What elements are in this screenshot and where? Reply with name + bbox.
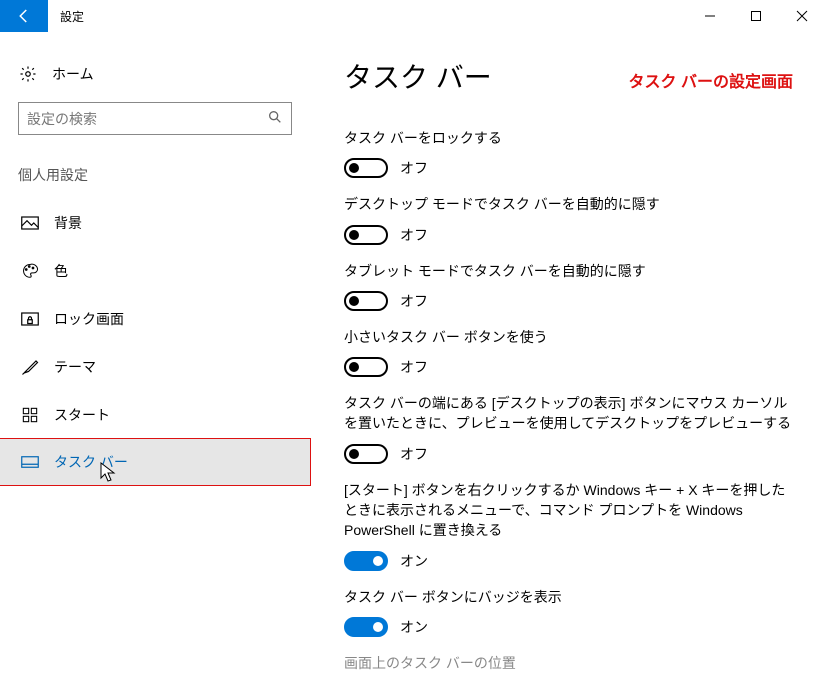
toggle-state-label: オフ	[400, 444, 428, 464]
sidebar-item-label: ロック画面	[40, 309, 124, 329]
sidebar-home-label: ホーム	[38, 64, 94, 84]
setting-show-badges: タスク バー ボタンにバッジを表示 オン	[344, 587, 793, 637]
gear-icon	[18, 65, 38, 83]
setting-autohide-tablet: タブレット モードでタスク バーを自動的に隠す オフ	[344, 261, 793, 311]
lockscreen-icon	[20, 312, 40, 326]
toggle-state-label: オン	[400, 617, 428, 637]
toggle-state-label: オフ	[400, 158, 428, 178]
setting-label-cutoff: 画面上のタスク バーの位置	[344, 653, 793, 673]
toggle-switch[interactable]	[344, 617, 388, 637]
sidebar-item-colors[interactable]: 色	[0, 247, 310, 295]
annotation-text: タスク バーの設定画面	[629, 68, 793, 92]
toggle-state-label: オフ	[400, 357, 428, 377]
toggle-switch[interactable]	[344, 551, 388, 571]
search-icon	[267, 109, 283, 128]
minimize-button[interactable]	[687, 0, 733, 32]
sidebar-item-label: 色	[40, 261, 68, 281]
toggle-state-label: オン	[400, 551, 428, 571]
palette-icon	[20, 262, 40, 280]
setting-lock-taskbar: タスク バーをロックする オフ	[344, 128, 793, 178]
sidebar-item-themes[interactable]: テーマ	[0, 343, 310, 391]
search-input[interactable]	[27, 111, 267, 127]
setting-label: [スタート] ボタンを右クリックするか Windows キー + X キーを押し…	[344, 480, 793, 541]
sidebar-item-lockscreen[interactable]: ロック画面	[0, 295, 310, 343]
toggle-state-label: オフ	[400, 225, 428, 245]
sidebar-item-label: タスク バー	[40, 452, 128, 472]
content-pane: タスク バー タスク バーの設定画面 タスク バーをロックする オフ デスクトッ…	[310, 32, 825, 685]
toggle-switch[interactable]	[344, 225, 388, 245]
sidebar-item-label: テーマ	[40, 357, 96, 377]
setting-autohide-desktop: デスクトップ モードでタスク バーを自動的に隠す オフ	[344, 194, 793, 244]
sidebar-home[interactable]: ホーム	[0, 56, 310, 102]
setting-label: タスク バーをロックする	[344, 128, 793, 148]
toggle-switch[interactable]	[344, 291, 388, 311]
setting-label: デスクトップ モードでタスク バーを自動的に隠す	[344, 194, 793, 214]
setting-small-buttons: 小さいタスク バー ボタンを使う オフ	[344, 327, 793, 377]
sidebar-item-label: 背景	[40, 213, 82, 233]
maximize-button[interactable]	[733, 0, 779, 32]
toggle-switch[interactable]	[344, 158, 388, 178]
sidebar-item-label: スタート	[40, 405, 110, 425]
search-box[interactable]	[18, 102, 292, 135]
start-grid-icon	[20, 407, 40, 423]
taskbar-icon	[20, 455, 40, 469]
titlebar: 設定	[0, 0, 825, 32]
setting-label: 小さいタスク バー ボタンを使う	[344, 327, 793, 347]
page-title: タスク バー	[344, 56, 492, 96]
picture-icon	[20, 216, 40, 230]
toggle-state-label: オフ	[400, 291, 428, 311]
sidebar: ホーム 個人用設定 背景	[0, 32, 310, 685]
sidebar-item-background[interactable]: 背景	[0, 199, 310, 247]
setting-peek-preview: タスク バーの端にある [デスクトップの表示] ボタンにマウス カーソルを置いた…	[344, 393, 793, 464]
close-button[interactable]	[779, 0, 825, 32]
brush-icon	[20, 358, 40, 376]
sidebar-item-taskbar[interactable]: タスク バー	[0, 438, 311, 486]
toggle-switch[interactable]	[344, 444, 388, 464]
setting-label: タスク バーの端にある [デスクトップの表示] ボタンにマウス カーソルを置いた…	[344, 393, 793, 434]
setting-label: タスク バー ボタンにバッジを表示	[344, 587, 793, 607]
toggle-switch[interactable]	[344, 357, 388, 377]
sidebar-item-start[interactable]: スタート	[0, 391, 310, 439]
back-button[interactable]	[0, 0, 48, 32]
window-title: 設定	[48, 8, 84, 25]
setting-label: タブレット モードでタスク バーを自動的に隠す	[344, 261, 793, 281]
setting-powershell-replace: [スタート] ボタンを右クリックするか Windows キー + X キーを押し…	[344, 480, 793, 571]
sidebar-section-label: 個人用設定	[0, 157, 310, 199]
